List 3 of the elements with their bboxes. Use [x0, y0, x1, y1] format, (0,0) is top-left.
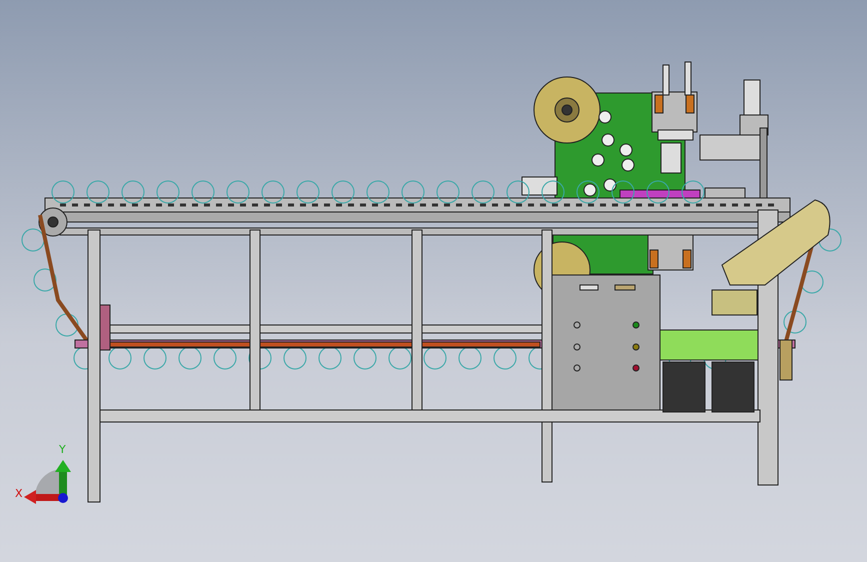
axis-triad-icon — [24, 460, 71, 504]
axis-label: X — [15, 487, 23, 500]
axis-label: Y — [59, 443, 66, 456]
